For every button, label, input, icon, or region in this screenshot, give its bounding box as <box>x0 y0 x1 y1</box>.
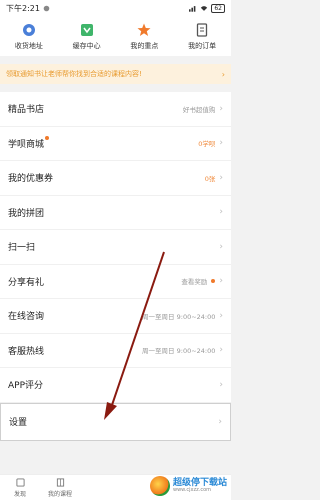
chevron-right-icon: › <box>219 345 223 356</box>
menu-item-title: 学呗商城 <box>8 135 50 150</box>
menu-item-title: 我的拼团 <box>8 208 45 219</box>
order-icon <box>196 23 208 37</box>
menu-item-coupons[interactable]: 我的优惠券 0张 › <box>0 161 231 196</box>
watermark-text: 超级停下载站 www.cjxzz.com <box>173 479 227 493</box>
menu-item-app-rating[interactable]: APP评分 › <box>0 368 231 403</box>
notification-icon <box>43 5 50 11</box>
status-right: 62 <box>189 3 225 13</box>
menu-item-title: 客服热线 <box>8 346 45 357</box>
menu-list: 精品书店 好书超值购 › 学呗商城 0学呗 › 我的优惠券 0张 › 我的拼团 … <box>0 92 231 441</box>
menu-item-title: 设置 <box>9 418 28 428</box>
menu-item-hint: 周一至周日 9:00~24:00 <box>142 312 216 321</box>
menu-item-hint: 好书超值购 <box>182 105 216 114</box>
menu-item-right: › <box>219 207 223 217</box>
notice-banner[interactable]: 领取通知书让老师帮你找到合适的课程内容! › <box>0 64 231 84</box>
menu-item-title: APP评分 <box>8 381 44 392</box>
menu-item-group-buy[interactable]: 我的拼团 › <box>0 196 231 230</box>
chevron-right-icon: › <box>219 138 223 149</box>
chevron-right-icon: › <box>219 310 223 321</box>
tab-discover[interactable]: 发现 <box>0 477 40 498</box>
menu-item-scan[interactable]: 扫一扫 › <box>0 230 231 265</box>
tab-label: 我的课程 <box>47 490 72 498</box>
chevron-right-icon: › <box>219 379 223 390</box>
menu-item-title: 在线咨询 <box>8 312 45 323</box>
menu-item-title: 分享有礼 <box>8 277 45 288</box>
discover-icon <box>15 477 25 487</box>
menu-item-hint: 查看奖励 <box>181 278 208 287</box>
new-badge-dot <box>45 135 50 140</box>
menu-item-settings[interactable]: 设置 › <box>0 402 231 441</box>
menu-item-share[interactable]: 分享有礼 查看奖励 › <box>0 265 231 299</box>
menu-item-hint: 周一至周日 9:00~24:00 <box>142 347 216 356</box>
status-bar: 下午2:21 62 <box>0 0 231 16</box>
book-icon <box>56 477 64 487</box>
menu-item-title: 扫一扫 <box>8 243 36 254</box>
quick-action-cache[interactable]: 缓存中心 <box>59 23 115 51</box>
status-time: 下午2:21 <box>6 3 40 13</box>
chevron-right-icon: › <box>219 276 223 287</box>
menu-item-bookstore[interactable]: 精品书店 好书超值购 › <box>0 92 231 127</box>
status-left: 下午2:21 <box>6 3 50 14</box>
menu-item-right: › <box>219 242 223 252</box>
menu-item-right: 周一至周日 9:00~24:00 › <box>142 345 223 355</box>
chevron-right-icon: › <box>219 172 223 183</box>
menu-item-hotline[interactable]: 客服热线 周一至周日 9:00~24:00 › <box>0 334 231 368</box>
notice-text: 领取通知书让老师帮你找到合适的课程内容! <box>6 70 142 78</box>
chevron-right-icon: › <box>219 207 223 218</box>
menu-item-hint: 0张 <box>204 174 216 183</box>
menu-item-right: 查看奖励 › <box>181 276 223 286</box>
tab-my-courses[interactable]: 我的课程 <box>40 477 80 498</box>
signal-icon <box>189 5 196 12</box>
chevron-right-icon: › <box>219 241 223 252</box>
chevron-right-icon: › <box>219 103 223 114</box>
download-icon <box>80 24 93 36</box>
quick-action-focus[interactable]: 我的重点 <box>116 23 172 51</box>
menu-item-title: 我的优惠券 <box>8 174 54 185</box>
menu-item-right: 好书超值购 › <box>183 104 223 114</box>
menu-item-right: 周一至周日 9:00~24:00 › <box>142 311 223 321</box>
star-icon <box>137 23 151 36</box>
wifi-icon <box>201 5 208 11</box>
battery-icon: 62 <box>211 3 225 13</box>
menu-item-right: › <box>219 380 223 390</box>
menu-item-online-consult[interactable]: 在线咨询 周一至周日 9:00~24:00 › <box>0 299 231 334</box>
location-icon <box>22 24 35 36</box>
watermark-sub: www.cjxzz.com <box>172 487 211 493</box>
menu-item-right: 0张 › <box>205 173 223 183</box>
quick-action-orders[interactable]: 我的订单 <box>174 23 230 51</box>
tab-label: 发现 <box>13 490 26 498</box>
new-badge-dot <box>211 279 216 284</box>
chevron-right-icon: › <box>218 416 222 427</box>
quick-action-address[interactable]: 收货地址 <box>1 23 57 51</box>
watermark-logo: 超级停下载站 www.cjxzz.com <box>149 476 227 496</box>
menu-item-title: 精品书店 <box>8 105 45 116</box>
quick-action-label: 缓存中心 <box>72 42 101 50</box>
watermark-icon <box>149 476 170 496</box>
quick-actions: 收货地址 缓存中心 我的重点 我的订单 <box>0 16 231 56</box>
menu-item-hint: 0学呗 <box>198 140 216 149</box>
menu-item-mall[interactable]: 学呗商城 0学呗 › <box>0 127 231 161</box>
quick-action-label: 收货地址 <box>14 42 43 50</box>
quick-action-label: 我的订单 <box>188 42 217 50</box>
menu-item-right: 0学呗 › <box>198 138 223 148</box>
chevron-right-icon: › <box>221 69 225 79</box>
quick-action-label: 我的重点 <box>130 42 159 50</box>
